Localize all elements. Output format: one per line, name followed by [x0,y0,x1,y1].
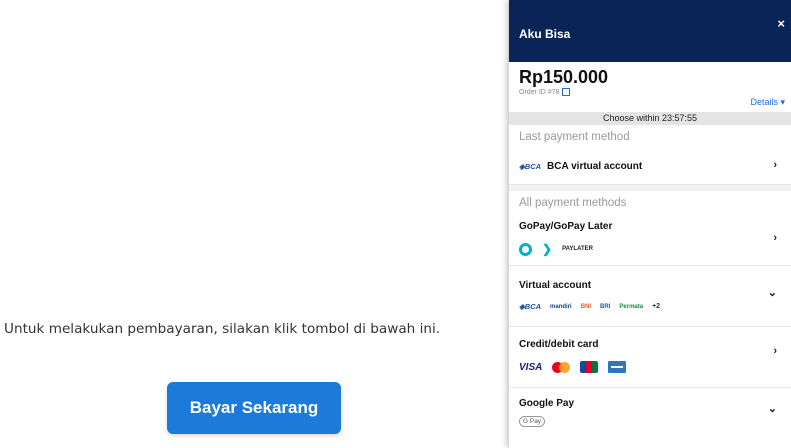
total-amount: Rp150.000 [519,67,609,87]
card-logos: VISA [519,361,627,373]
method-gopay-label: GoPay/GoPay Later [519,221,613,232]
mastercard-logo [552,361,571,373]
method-google-pay[interactable]: Google Pay G Pay ⌄ [509,388,791,438]
close-icon[interactable]: × [777,16,785,31]
pay-now-button[interactable]: Bayar Sekarang [167,382,341,434]
gopay-later-logo: PAYLATER [562,246,593,252]
gopay-arrow-icon: ❯ [542,242,553,256]
method-va-label: Virtual account [519,280,592,291]
mandiri-logo: mandiri [550,303,572,310]
va-bank-logos: ◈BCA mandiri BNI BRI Permata +2 [519,302,660,311]
more-banks-count: +2 [652,303,661,310]
last-method-title: Last payment method [519,131,630,143]
chevron-down-icon: ⌄ [767,287,777,299]
bca-logo: ◈BCA [519,302,542,311]
jcb-logo [580,361,599,373]
chevron-right-icon: › [773,345,777,357]
amount-section: Rp150.000 Order ID #78 Details ▾ [509,62,791,112]
method-card-label: Credit/debit card [519,339,599,350]
payment-instruction: Untuk melakukan pembayaran, silakan klik… [4,321,441,337]
gpay-logos: G Pay [519,416,546,427]
gopay-icon [519,242,532,256]
order-id: Order ID #78 [519,88,571,96]
last-method-logos: ◈BCA BCA virtual account [519,161,642,172]
method-gopay[interactable]: GoPay/GoPay Later ❯ PAYLATER › [509,215,791,266]
method-gpay-label: Google Pay [519,398,575,409]
gopay-logos: ❯ PAYLATER [519,242,593,256]
chevron-right-icon: › [773,232,777,244]
chevron-down-icon: ⌄ [767,403,777,415]
countdown-timer: Choose within 23:57:55 [509,112,791,125]
bri-logo: BRI [600,303,611,310]
last-method-bca-va[interactable]: ◈BCA BCA virtual account › [509,149,791,185]
bca-logo: ◈BCA [519,162,542,171]
method-credit-card[interactable]: Credit/debit card VISA › [509,327,791,388]
bni-logo: BNI [580,303,592,310]
chevron-right-icon: › [773,159,777,171]
permata-logo: Permata [619,303,644,310]
visa-logo: VISA [519,361,543,373]
payment-panel: Aku Bisa × Rp150.000 Order ID #78 Detail… [509,0,791,448]
google-pay-logo: G Pay [519,416,546,427]
copy-icon[interactable] [562,88,571,96]
merchant-name: Aku Bisa [519,27,571,41]
panel-header: Aku Bisa × [509,0,791,62]
last-method-label: BCA virtual account [547,161,643,172]
details-toggle[interactable]: Details ▾ [750,97,785,108]
amex-logo [608,361,627,373]
all-methods-title: All payment methods [519,197,627,209]
method-virtual-account[interactable]: Virtual account ◈BCA mandiri BNI BRI Per… [509,266,791,327]
order-id-text: Order ID #78 [519,88,560,96]
